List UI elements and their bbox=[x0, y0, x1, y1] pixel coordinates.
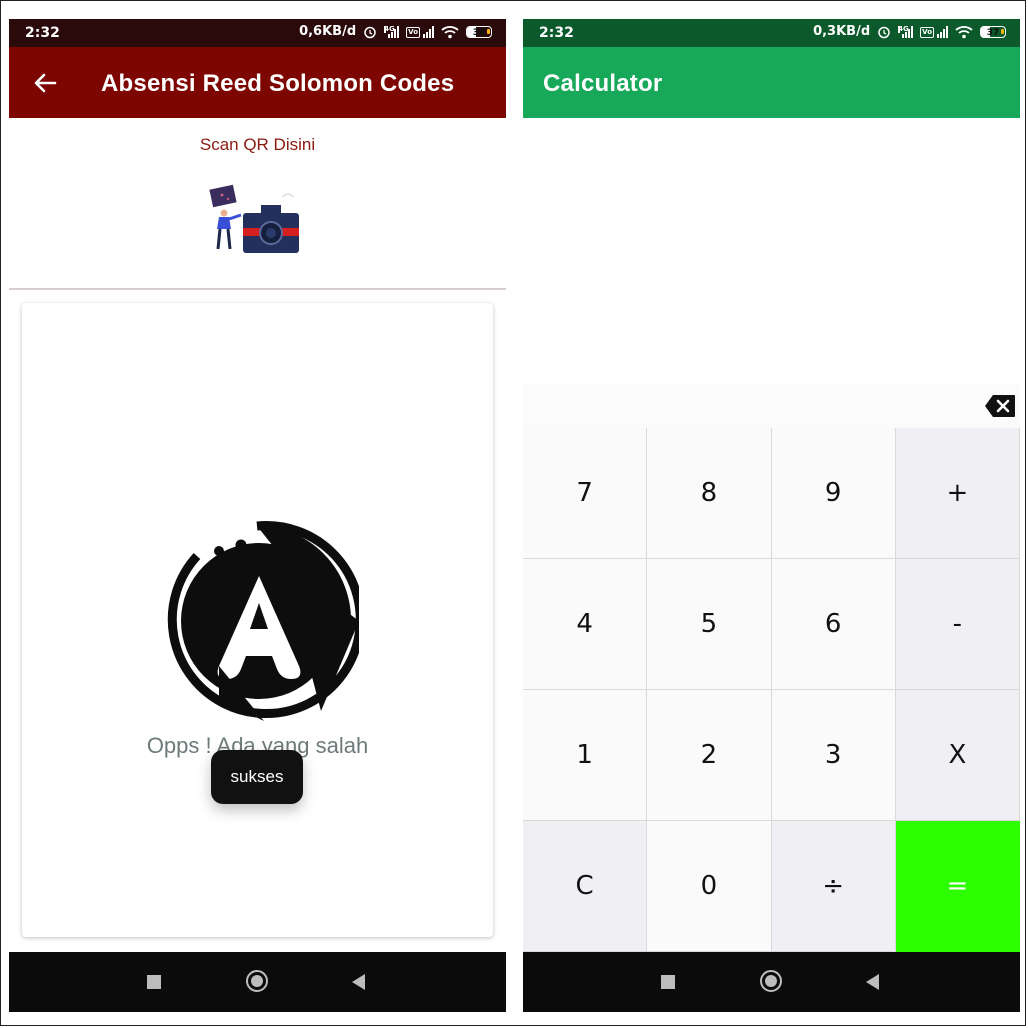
back-arrow-icon[interactable] bbox=[31, 69, 59, 97]
calculator-keypad: 7 8 9 + 4 5 6 - 1 2 3 X C 0 ÷ = bbox=[523, 428, 1020, 952]
calculator-app-screen: 2:32 0,3KB/d 4G Vo 37 Calculator 7 8 9 +… bbox=[523, 19, 1020, 1012]
nav-back-icon[interactable] bbox=[352, 974, 365, 990]
key-7[interactable]: 7 bbox=[523, 428, 648, 559]
attendance-app-screen: 2:32 0,6KB/d 4G Vo 38 Absensi Reed Solom… bbox=[9, 19, 506, 1012]
network-speed: 0,3KB/d bbox=[813, 24, 871, 39]
scan-illustration[interactable] bbox=[201, 183, 309, 255]
wifi-icon bbox=[441, 25, 459, 38]
key-3[interactable]: 3 bbox=[771, 690, 896, 821]
key-5[interactable]: 5 bbox=[647, 559, 772, 690]
nav-home-icon[interactable] bbox=[760, 970, 782, 992]
key-9[interactable]: 9 bbox=[771, 428, 896, 559]
toast-message: sukses bbox=[211, 750, 303, 804]
system-nav-bar bbox=[523, 952, 1020, 1012]
app-bar: Calculator bbox=[523, 47, 1020, 118]
nav-home-icon[interactable] bbox=[246, 970, 268, 992]
key-0[interactable]: 0 bbox=[647, 821, 772, 952]
wifi-icon bbox=[955, 25, 973, 38]
key-multiply[interactable]: X bbox=[895, 690, 1020, 821]
battery-icon: 37 bbox=[980, 25, 1006, 38]
nav-recents-icon[interactable] bbox=[661, 975, 675, 989]
key-divide[interactable]: ÷ bbox=[771, 821, 896, 952]
scan-qr-label[interactable]: Scan QR Disini bbox=[9, 135, 506, 155]
key-4[interactable]: 4 bbox=[523, 559, 648, 690]
key-8[interactable]: 8 bbox=[647, 428, 772, 559]
backspace-icon[interactable] bbox=[984, 394, 1016, 418]
alarm-icon bbox=[878, 26, 890, 38]
4g-signal-icon: 4G bbox=[898, 25, 914, 38]
network-speed: 0,6KB/d bbox=[299, 24, 357, 39]
page-title: Calculator bbox=[543, 70, 663, 97]
battery-icon: 38 bbox=[466, 25, 492, 38]
key-clear[interactable]: C bbox=[523, 821, 648, 952]
screenshot-frame: 2:32 0,6KB/d 4G Vo 38 Absensi Reed Solom… bbox=[0, 0, 1026, 1026]
volte-signal-icon: Vo bbox=[920, 25, 948, 38]
nav-back-icon[interactable] bbox=[866, 974, 879, 990]
key-plus[interactable]: + bbox=[895, 428, 1020, 559]
divider bbox=[9, 288, 506, 290]
page-title: Absensi Reed Solomon Codes bbox=[101, 70, 455, 97]
nav-recents-icon[interactable] bbox=[147, 975, 161, 989]
calculator-display bbox=[523, 118, 1020, 384]
backspace-row bbox=[523, 384, 1020, 428]
result-card: Opps ! Ada yang salah sukses bbox=[22, 303, 493, 937]
status-time: 2:32 bbox=[25, 25, 60, 41]
system-nav-bar bbox=[9, 952, 506, 1012]
key-equals[interactable]: = bbox=[895, 821, 1020, 952]
volte-signal-icon: Vo bbox=[406, 25, 434, 38]
app-logo-icon bbox=[167, 521, 359, 721]
key-1[interactable]: 1 bbox=[523, 690, 648, 821]
app-bar: Absensi Reed Solomon Codes bbox=[9, 47, 506, 118]
status-time: 2:32 bbox=[539, 25, 574, 41]
key-2[interactable]: 2 bbox=[647, 690, 772, 821]
status-icons: 0,3KB/d 4G Vo 37 bbox=[813, 24, 1006, 39]
key-6[interactable]: 6 bbox=[771, 559, 896, 690]
status-bar: 2:32 0,3KB/d 4G Vo 37 bbox=[523, 19, 1020, 47]
4g-signal-icon: 4G bbox=[384, 25, 400, 38]
key-minus[interactable]: - bbox=[895, 559, 1020, 690]
status-bar: 2:32 0,6KB/d 4G Vo 38 bbox=[9, 19, 506, 47]
alarm-icon bbox=[364, 26, 376, 38]
status-icons: 0,6KB/d 4G Vo 38 bbox=[299, 24, 492, 39]
